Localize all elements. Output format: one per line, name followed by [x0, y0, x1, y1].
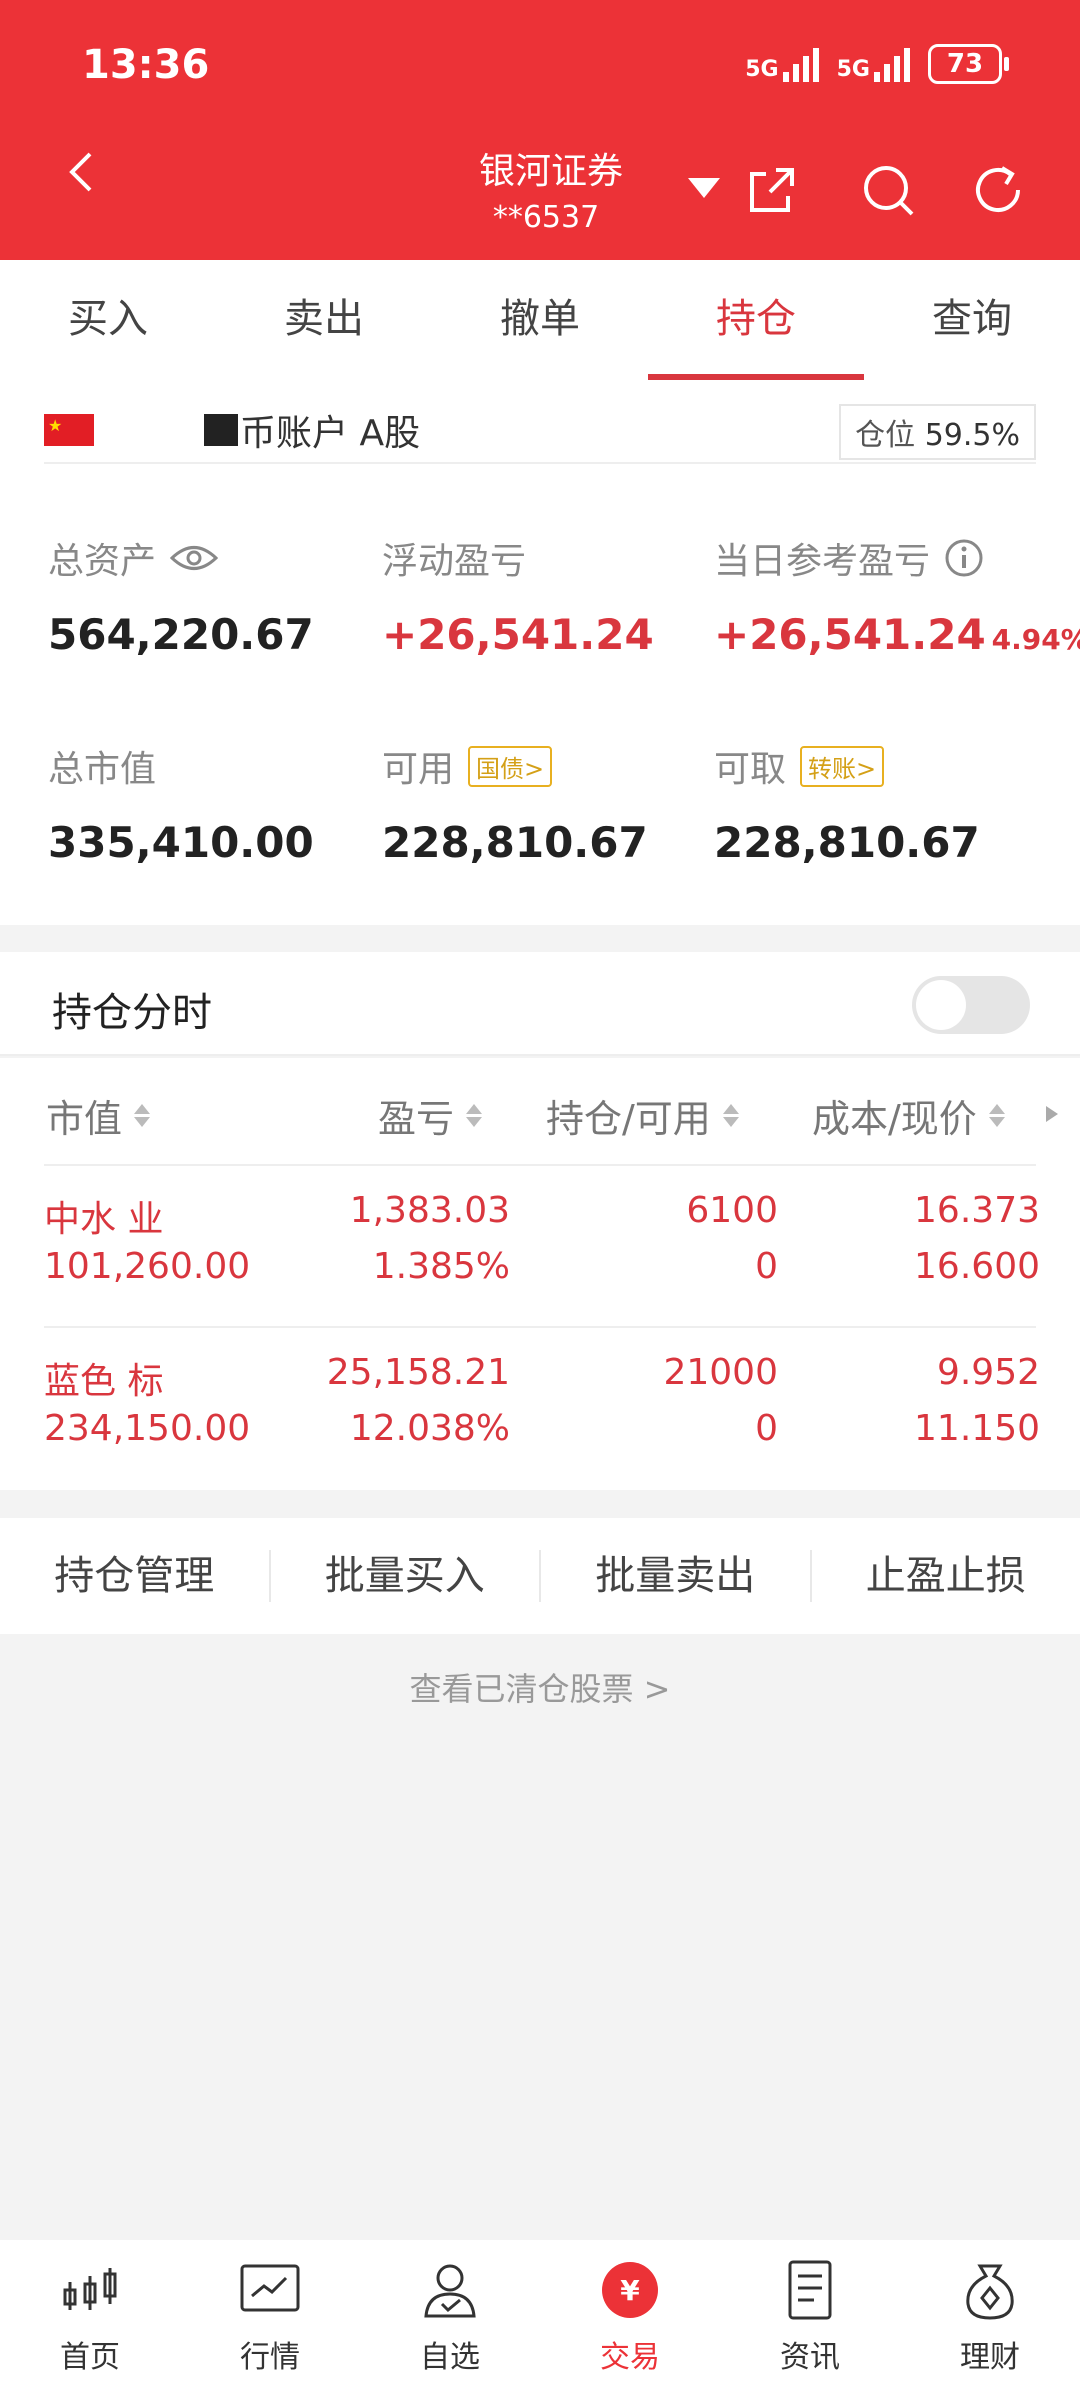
transfer-link[interactable]: 转账>	[800, 745, 885, 787]
trade-tabs: 买入 卖出 撤单 持仓 查询	[0, 260, 1080, 380]
stock-available: 0	[755, 1246, 778, 1287]
candlestick-icon	[63, 2268, 117, 2310]
column-header-market-value[interactable]: 市值	[46, 1088, 151, 1143]
stock-pl: 25,158.21	[326, 1352, 510, 1393]
withdrawable-value: 228,810.67	[714, 818, 980, 867]
account-name: 币账户 A股	[240, 413, 421, 454]
status-time: 13:36	[82, 42, 210, 88]
nav-watchlist[interactable]: 自选	[360, 2240, 540, 2392]
total-assets-value: 564,220.67	[48, 610, 314, 659]
stock-pl-percent: 1.385%	[372, 1246, 510, 1287]
position-ratio-badge: 仓位 59.5%	[839, 404, 1036, 460]
daily-pl-value: +26,541.24 4.94%	[714, 610, 1080, 659]
stock-pl: 1,383.03	[349, 1190, 510, 1231]
stop-profit-loss-button[interactable]: 止盈止损	[812, 1550, 1080, 1602]
tab-sell[interactable]: 卖出	[216, 260, 432, 380]
tab-positions[interactable]: 持仓	[648, 260, 864, 380]
column-header-holding[interactable]: 持仓/可用	[546, 1088, 739, 1143]
cleared-stocks-link[interactable]: 查看已清仓股票 >	[0, 1664, 1080, 1710]
manage-positions-button[interactable]: 持仓管理	[0, 1550, 271, 1602]
bottom-nav: 首页 行情 自选 ¥ 交易 资讯 理财	[0, 2240, 1080, 2392]
account-number: **6537	[492, 200, 600, 235]
nav-news[interactable]: 资讯	[720, 2240, 900, 2392]
broker-selector[interactable]: 银河证券 **6537	[0, 142, 1080, 235]
sort-icon	[988, 1104, 1005, 1127]
stock-holding: 21000	[663, 1352, 778, 1393]
broker-name: 银河证券	[478, 151, 623, 192]
stock-cost: 9.952	[936, 1352, 1040, 1393]
column-header-cost-price[interactable]: 成本/现价	[812, 1088, 1005, 1143]
stock-price: 16.600	[914, 1246, 1040, 1287]
position-actions: 持仓管理 批量买入 批量卖出 止盈止损	[0, 1518, 1080, 1634]
withdrawable-funds: 可取 转账> 228,810.67	[714, 740, 980, 867]
total-assets: 总资产 564,220.67	[48, 541, 314, 659]
share-icon[interactable]	[742, 160, 802, 220]
search-icon[interactable]	[858, 160, 918, 220]
batch-sell-button[interactable]: 批量卖出	[541, 1550, 812, 1602]
tab-query[interactable]: 查询	[864, 260, 1080, 380]
holdings-table: 市值 盈亏 持仓/可用 成本/现价 中水 业 101,260.00 1,383.…	[0, 1058, 1080, 1490]
tab-buy[interactable]: 买入	[0, 260, 216, 380]
eye-icon[interactable]	[170, 543, 219, 573]
column-header-pl[interactable]: 盈亏	[378, 1088, 483, 1143]
stock-pl-percent: 12.038%	[349, 1408, 510, 1449]
stock-name: 蓝色 标	[44, 1361, 164, 1402]
timeshare-title: 持仓分时	[52, 990, 212, 1036]
redacted-mask	[204, 414, 238, 446]
floating-pl: 浮动盈亏 +26,541.24	[382, 541, 654, 659]
divider	[44, 1164, 1036, 1166]
divider	[44, 1326, 1036, 1328]
available-value: 228,810.67	[382, 818, 648, 867]
batch-buy-button[interactable]: 批量买入	[271, 1550, 541, 1602]
signal-icon: 5G	[745, 46, 819, 82]
moneybag-icon	[966, 2264, 1014, 2320]
nav-wealth[interactable]: 理财	[900, 2240, 1080, 2392]
timeshare-toggle[interactable]	[912, 976, 1030, 1034]
signal-icon: 5G	[837, 46, 910, 82]
daily-pl-percent: 4.94%	[991, 623, 1080, 656]
market-value: 总市值 335,410.00	[48, 749, 314, 867]
dropdown-arrow-icon[interactable]	[688, 178, 720, 198]
nav-market[interactable]: 行情	[180, 2240, 360, 2392]
treasury-bond-link[interactable]: 国债>	[468, 745, 553, 787]
refresh-icon[interactable]	[970, 160, 1030, 220]
position-timeshare-bar: 持仓分时	[0, 952, 1080, 1056]
sort-icon	[134, 1104, 151, 1127]
stock-cost: 16.373	[914, 1190, 1040, 1231]
sort-icon	[466, 1104, 483, 1127]
yuan-icon: ¥	[602, 2262, 658, 2318]
scroll-right-icon[interactable]	[1044, 1104, 1060, 1124]
stock-market-value: 234,150.00	[44, 1408, 251, 1449]
account-summary: 币账户 A股 仓位 59.5% 总资产 564,220.67 浮动盈亏 +26,…	[0, 380, 1080, 925]
stock-holding: 6100	[686, 1190, 778, 1231]
tab-cancel[interactable]: 撤单	[432, 260, 648, 380]
market-value-value: 335,410.00	[48, 818, 314, 867]
stock-price: 11.150	[914, 1408, 1040, 1449]
china-flag-icon	[44, 414, 94, 446]
available-funds: 可用 国债> 228,810.67	[382, 740, 648, 867]
stock-market-value: 101,260.00	[44, 1246, 251, 1287]
info-icon[interactable]	[944, 538, 984, 578]
stock-name: 中水 业	[44, 1199, 164, 1240]
nav-trade[interactable]: ¥ 交易	[540, 2240, 720, 2392]
chart-icon	[240, 2264, 300, 2312]
svg-text:¥: ¥	[620, 2274, 640, 2307]
account-row[interactable]: 币账户 A股 仓位 59.5%	[44, 398, 1036, 464]
status-icons: 5G 5G 73	[745, 44, 1009, 84]
person-icon	[424, 2264, 476, 2318]
daily-pl: 当日参考盈亏 +26,541.24 4.94%	[714, 532, 1080, 659]
nav-home[interactable]: 首页	[0, 2240, 180, 2392]
battery-icon: 73	[928, 44, 1009, 84]
document-icon	[788, 2260, 832, 2320]
header: 13:36 5G 5G 73 银河证券 **6537	[0, 0, 1080, 260]
stock-available: 0	[755, 1408, 778, 1449]
floating-pl-value: +26,541.24	[382, 610, 654, 659]
sort-icon	[722, 1104, 739, 1127]
